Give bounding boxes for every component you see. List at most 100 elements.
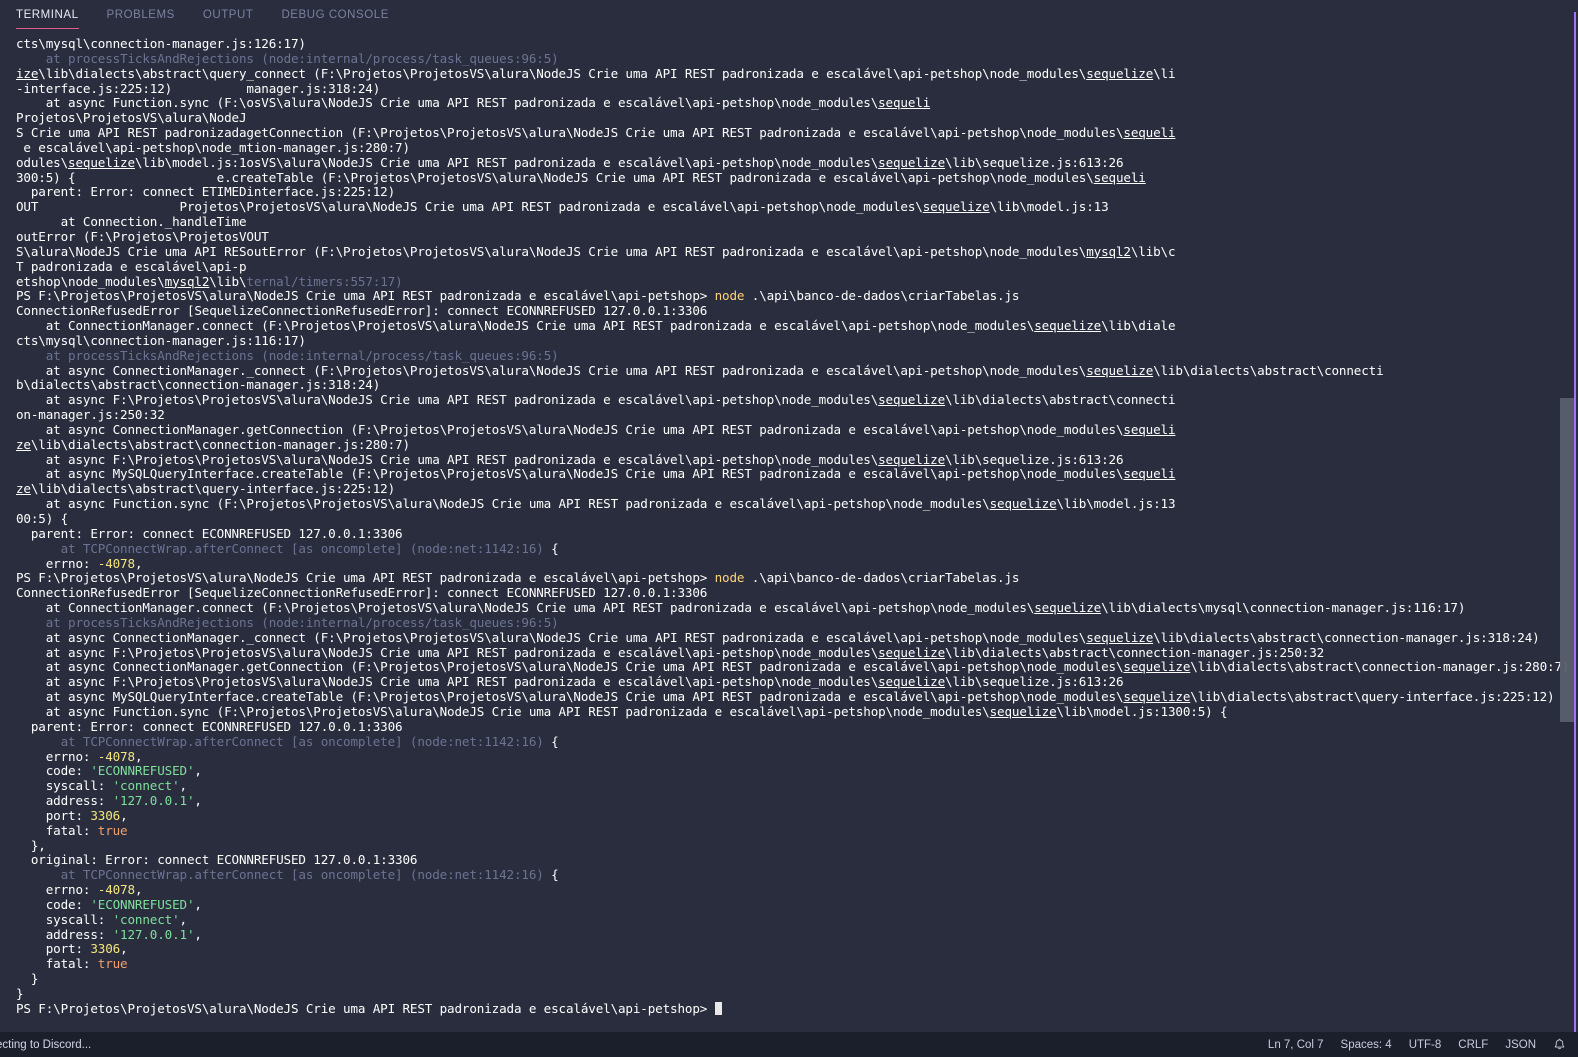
- terminal-text-span: \lib\dialects\abstract\query-interface.j…: [30, 481, 396, 497]
- terminal-text-span[interactable]: sequelize: [990, 704, 1057, 719]
- terminal-text-span[interactable]: sequeli: [1094, 170, 1146, 185]
- terminal-text-span: },: [16, 837, 46, 853]
- terminal-text-span: \lib\model.js:13: [1056, 496, 1176, 512]
- terminal-text-span: PS F:\Projetos\ProjetosVS\alura\NodeJS C…: [16, 570, 715, 586]
- terminal-text-span[interactable]: sequelize: [1086, 66, 1153, 81]
- terminal-text-span[interactable]: sequeli: [1123, 422, 1175, 437]
- terminal-text-span[interactable]: sequelize: [878, 392, 945, 407]
- terminal-text-span: .\api\banco-de-dados\criarTabelas.js: [744, 288, 1020, 304]
- terminal-text-span: address:: [16, 926, 113, 942]
- terminal-scrollbar-thumb[interactable]: [1560, 398, 1574, 722]
- terminal-text-span: (node:internal/process/task_queues:96:5): [253, 50, 559, 66]
- panel-tab-debug-console[interactable]: DEBUG CONSOLE: [281, 5, 388, 30]
- terminal-text-span[interactable]: sequeli: [878, 95, 930, 110]
- terminal-line: at async F:\Projetos\ProjetosVS\alura\No…: [16, 392, 1560, 408]
- terminal-text-span[interactable]: ze: [16, 437, 31, 452]
- terminal-line: errno: -4078,: [16, 749, 1560, 765]
- terminal-line: PS F:\Projetos\ProjetosVS\alura\NodeJS C…: [16, 288, 1560, 304]
- terminal-text-span[interactable]: sequelize: [990, 496, 1057, 511]
- terminal-text-span[interactable]: ize: [16, 66, 38, 81]
- terminal-line: at async F:\Projetos\ProjetosVS\alura\No…: [16, 452, 1560, 468]
- terminal-output[interactable]: cts\mysql\connection-manager.js:126:17) …: [0, 34, 1569, 1017]
- terminal-text-span: -4078: [97, 882, 135, 898]
- terminal-line: -interface.js:225:12) manager.js:318:24): [16, 81, 1560, 97]
- terminal-line: S\alura\NodeJS Crie uma API RESoutError …: [16, 243, 1560, 260]
- terminal-text-span: syscall:: [16, 778, 113, 794]
- terminal-text-span: \lib\model.js:1300:5) {: [1056, 703, 1228, 719]
- terminal-line: PS F:\Projetos\ProjetosVS\alura\NodeJS C…: [16, 570, 1560, 586]
- terminal-line: syscall: 'connect',: [16, 778, 1560, 794]
- terminal-text-span: \lib\dialects\abstract\query_connect (F:…: [38, 65, 1087, 81]
- terminal-text-span: 'connect': [112, 911, 180, 927]
- terminal-line: etshop\node_modules\mysql2\lib\ternal/ti…: [16, 273, 1560, 290]
- status-indentation[interactable]: Spaces: 4: [1341, 1039, 1392, 1051]
- terminal-scrollbar-track[interactable]: [1560, 34, 1574, 1028]
- terminal-text-span: \lib\: [209, 273, 247, 289]
- terminal-text-span: at async Function.sync (F:\Projetos\Proj…: [16, 496, 990, 512]
- terminal-line: at async ConnectionManager._connect (F:\…: [16, 630, 1560, 646]
- terminal-text-span[interactable]: sequelize: [1123, 659, 1190, 675]
- terminal-text-span[interactable]: sequelize: [1086, 630, 1153, 645]
- terminal-line: 300:5) { e.createTable (F:\Projetos\Proj…: [16, 170, 1560, 186]
- terminal-text-span[interactable]: sequeli: [1123, 466, 1175, 482]
- status-eol[interactable]: CRLF: [1458, 1039, 1488, 1051]
- terminal-line: at ConnectionManager.connect (F:\Projeto…: [16, 600, 1560, 616]
- terminal-line: errno: -4078,: [16, 882, 1560, 898]
- status-language-mode[interactable]: JSON: [1505, 1039, 1536, 1051]
- terminal-text-span: node: [714, 288, 745, 304]
- terminal-text-span: Projetos\ProjetosVS\alura\NodeJ: [16, 110, 247, 126]
- terminal-text-span[interactable]: ze: [16, 481, 31, 496]
- terminal-text-span: at async ConnectionManager.getConnection…: [16, 421, 1124, 437]
- terminal-text-span[interactable]: sequelize: [878, 645, 945, 660]
- terminal-text-span: (node:internal/process/task_queues:96:5): [253, 347, 559, 363]
- terminal-text-span: S\alura\NodeJS Crie uma API RESoutError …: [16, 243, 1087, 259]
- terminal-line: address: '127.0.0.1',: [16, 926, 1560, 943]
- status-editor-position[interactable]: Ln 7, Col 7: [1268, 1039, 1324, 1051]
- panel-tab-terminal[interactable]: TERMINAL: [16, 5, 79, 30]
- terminal-line: ConnectionRefusedError [SequelizeConnect…: [16, 303, 1560, 319]
- terminal-text-span: T padronizada e escalável\api-p: [16, 258, 247, 274]
- terminal-text-span[interactable]: sequelize: [1034, 600, 1101, 615]
- terminal-text-span: ,: [179, 778, 188, 794]
- terminal-text-span[interactable]: sequelize: [923, 199, 990, 214]
- terminal-text-span[interactable]: sequelize: [1086, 363, 1153, 378]
- terminal-text-span: ,: [179, 911, 188, 927]
- terminal-panel[interactable]: cts\mysql\connection-manager.js:126:17) …: [0, 34, 1578, 1028]
- terminal-text-span[interactable]: mysql2: [165, 274, 210, 289]
- terminal-text-span: errno:: [16, 882, 98, 898]
- status-encoding[interactable]: UTF-8: [1409, 1039, 1442, 1051]
- panel-tab-problems[interactable]: PROBLEMS: [107, 5, 175, 30]
- terminal-text-span[interactable]: mysql2: [1086, 244, 1131, 259]
- status-bar-right-group: Ln 7, Col 7 Spaces: 4 UTF-8 CRLF JSON: [1268, 1038, 1578, 1051]
- terminal-text-span[interactable]: sequeli: [1123, 125, 1175, 140]
- terminal-text-span[interactable]: sequelize: [878, 155, 945, 170]
- terminal-line: port: 3306,: [16, 808, 1560, 824]
- terminal-text-span: at: [16, 50, 69, 66]
- terminal-cursor: [714, 1001, 722, 1015]
- terminal-text-span[interactable]: sequelize: [878, 674, 945, 689]
- terminal-text-span: \lib\dialects\abstract\query-interface.j…: [1190, 689, 1555, 705]
- terminal-text-span: PS F:\Projetos\ProjetosVS\alura\NodeJS C…: [16, 288, 715, 304]
- bell-icon[interactable]: [1553, 1038, 1566, 1051]
- terminal-text-span[interactable]: sequelize: [1123, 689, 1190, 704]
- terminal-text-span[interactable]: sequelize: [878, 452, 945, 467]
- terminal-text-span[interactable]: sequelize: [1034, 318, 1101, 333]
- terminal-text-span: {: [543, 867, 559, 883]
- terminal-line: at async ConnectionManager._connect (F:\…: [16, 363, 1560, 379]
- terminal-text-span: }: [16, 971, 39, 987]
- terminal-text-span: outError (F:\Projetos\ProjetosVOUT: [16, 228, 269, 244]
- terminal-line: at processTicksAndRejections (node:inter…: [16, 50, 1560, 67]
- terminal-text-span: OUT Projetos\ProjetosVS\alura\NodeJS Cri…: [16, 199, 923, 215]
- terminal-line: cts\mysql\connection-manager.js:126:17): [16, 36, 1560, 52]
- terminal-line: on-manager.js:250:32: [16, 407, 1560, 423]
- terminal-text-span[interactable]: sequelize: [68, 155, 135, 170]
- terminal-text-span: parent: Error: connect ECONNREFUSED 127.…: [16, 525, 403, 541]
- terminal-text-span: true: [97, 956, 128, 972]
- terminal-text-span: errno:: [16, 555, 98, 571]
- terminal-line: code: 'ECONNREFUSED',: [16, 897, 1560, 913]
- terminal-line: at async F:\Projetos\ProjetosVS\alura\No…: [16, 674, 1560, 690]
- terminal-line: b\dialects\abstract\connection-manager.j…: [16, 377, 1560, 393]
- status-discord-connecting[interactable]: ecting to Discord...: [0, 1039, 91, 1051]
- terminal-text-span: at async Function.sync (F:\Projetos\Proj…: [16, 703, 990, 719]
- panel-tab-output[interactable]: OUTPUT: [203, 5, 254, 30]
